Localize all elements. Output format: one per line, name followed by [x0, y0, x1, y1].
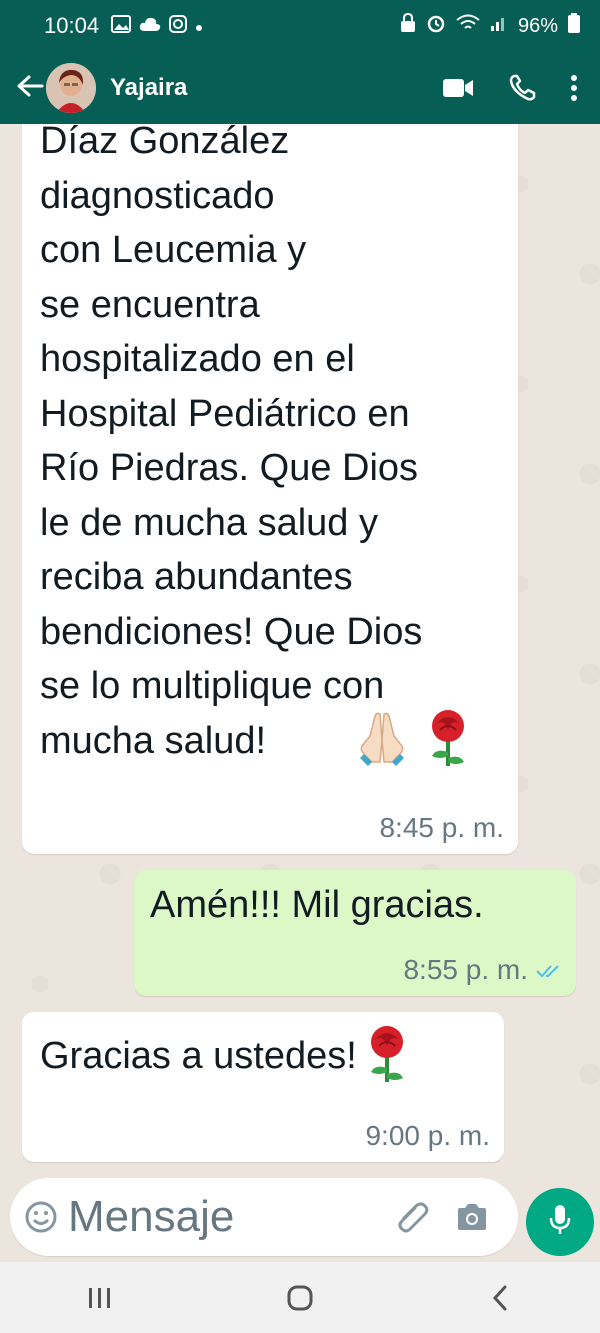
message-time: 8:55 p. m. [403, 954, 528, 985]
message-incoming[interactable]: Gracias a ustedes! 9:00 p. m. [22, 1012, 504, 1162]
phone-icon[interactable] [508, 74, 536, 102]
attach-icon[interactable] [396, 1200, 430, 1234]
message-composer [10, 1178, 518, 1256]
message-meta: 8:55 p. m. [403, 954, 562, 986]
message-meta: 8:45 p. m. [379, 812, 504, 844]
system-icons: 96% [400, 12, 580, 39]
message-time: 8:45 p. m. [379, 812, 504, 843]
message-time: 9:00 p. m. [365, 1120, 490, 1151]
message-text: Gracias a ustedes! [40, 1035, 357, 1078]
cloud-icon [139, 16, 161, 37]
rose-icon [361, 1024, 413, 1089]
rose-icon [422, 708, 474, 773]
back-arrow-icon [16, 74, 44, 103]
recent-apps-icon[interactable] [60, 1268, 140, 1328]
message-text: Díaz González diagnosticado con Leucemia… [40, 124, 423, 762]
video-call-icon[interactable] [442, 77, 474, 99]
praying-hands-icon [356, 710, 408, 771]
wifi-icon [456, 14, 480, 38]
contact-name[interactable]: Yajaira [110, 74, 187, 102]
notification-icons [111, 14, 203, 38]
system-navigation-bar [0, 1262, 600, 1333]
voice-message-button[interactable] [526, 1188, 594, 1256]
lock-icon [400, 12, 416, 39]
alarm-icon [426, 13, 446, 39]
avatar[interactable] [46, 63, 96, 113]
chat-area[interactable]: Díaz González diagnosticado con Leucemia… [0, 124, 600, 1174]
status-time: 10:04 [44, 13, 100, 38]
back-icon[interactable] [460, 1268, 540, 1328]
home-icon[interactable] [260, 1268, 340, 1328]
mic-icon [549, 1204, 571, 1241]
battery-percent: 96% [517, 14, 558, 37]
read-receipt-icon [536, 954, 562, 986]
message-input[interactable] [68, 1192, 378, 1242]
camera-icon[interactable] [456, 1203, 488, 1231]
status-bar: 10:04 96% [0, 0, 600, 52]
image-icon [111, 14, 132, 38]
message-meta: 9:00 p. m. [365, 1120, 490, 1152]
message-outgoing[interactable]: Amén!!! Mil gracias. 8:55 p. m. [134, 870, 576, 996]
message-text: Amén!!! Mil gracias. [150, 884, 484, 926]
emoji-icon[interactable] [24, 1200, 58, 1234]
instagram-icon [169, 14, 188, 38]
message-incoming[interactable]: Díaz González diagnosticado con Leucemia… [22, 124, 518, 854]
signal-icon [490, 14, 508, 38]
battery-icon [568, 13, 580, 39]
more-options-icon[interactable] [570, 74, 578, 102]
dot-icon [195, 16, 203, 37]
chat-header: Yajaira [0, 52, 600, 124]
